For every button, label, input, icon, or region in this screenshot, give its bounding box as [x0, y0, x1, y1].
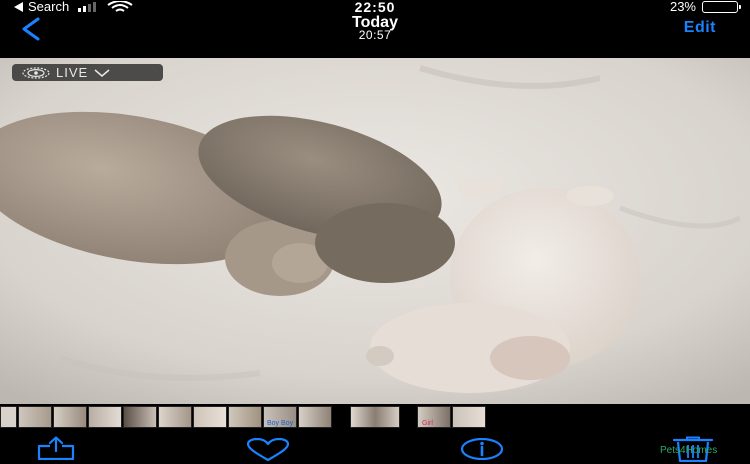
page-subtitle-time: 20:57 [358, 28, 392, 42]
chevron-down-icon [94, 68, 110, 77]
thumbnail[interactable] [0, 406, 17, 428]
watermark: Pets4Homes [660, 445, 718, 456]
heart-icon[interactable] [246, 438, 290, 462]
live-photo-icon [22, 66, 50, 79]
live-label: LIVE [56, 65, 89, 80]
status-battery: 23% [669, 0, 741, 14]
thumbnail[interactable] [53, 406, 87, 428]
thumbnail[interactable] [193, 406, 227, 428]
share-icon[interactable] [36, 436, 76, 460]
thumbnail[interactable] [350, 406, 400, 428]
info-icon[interactable] [460, 438, 504, 460]
thumbnail[interactable] [158, 406, 192, 428]
thumbnail-caption: Boy [267, 420, 280, 427]
status-bar: Search 22:50 23% [0, 0, 750, 15]
thumbnail[interactable] [452, 406, 486, 428]
thumbnail[interactable] [123, 406, 157, 428]
thumbnail-caption: Boy [281, 420, 294, 427]
photo-viewer[interactable] [0, 58, 750, 404]
battery-percent: 23% [669, 0, 696, 14]
edit-button[interactable]: Edit [684, 19, 716, 37]
status-time: 22:50 [354, 0, 396, 15]
thumbnail[interactable] [88, 406, 122, 428]
battery-icon [702, 0, 741, 13]
thumbnail[interactable] [298, 406, 332, 428]
thumbnail-strip[interactable]: Boy Boy Girl [0, 406, 750, 428]
thumbnail[interactable] [18, 406, 52, 428]
navigation-bar: Today 20:57 Edit [0, 14, 750, 44]
live-photo-badge[interactable]: LIVE [12, 64, 163, 81]
bottom-toolbar [0, 428, 750, 464]
puppies-photo [0, 58, 750, 404]
thumbnail[interactable] [228, 406, 262, 428]
thumbnail[interactable]: Boy Boy [263, 406, 297, 428]
thumbnail[interactable]: Girl [417, 406, 451, 428]
thumbnail-caption: Girl [422, 420, 433, 427]
